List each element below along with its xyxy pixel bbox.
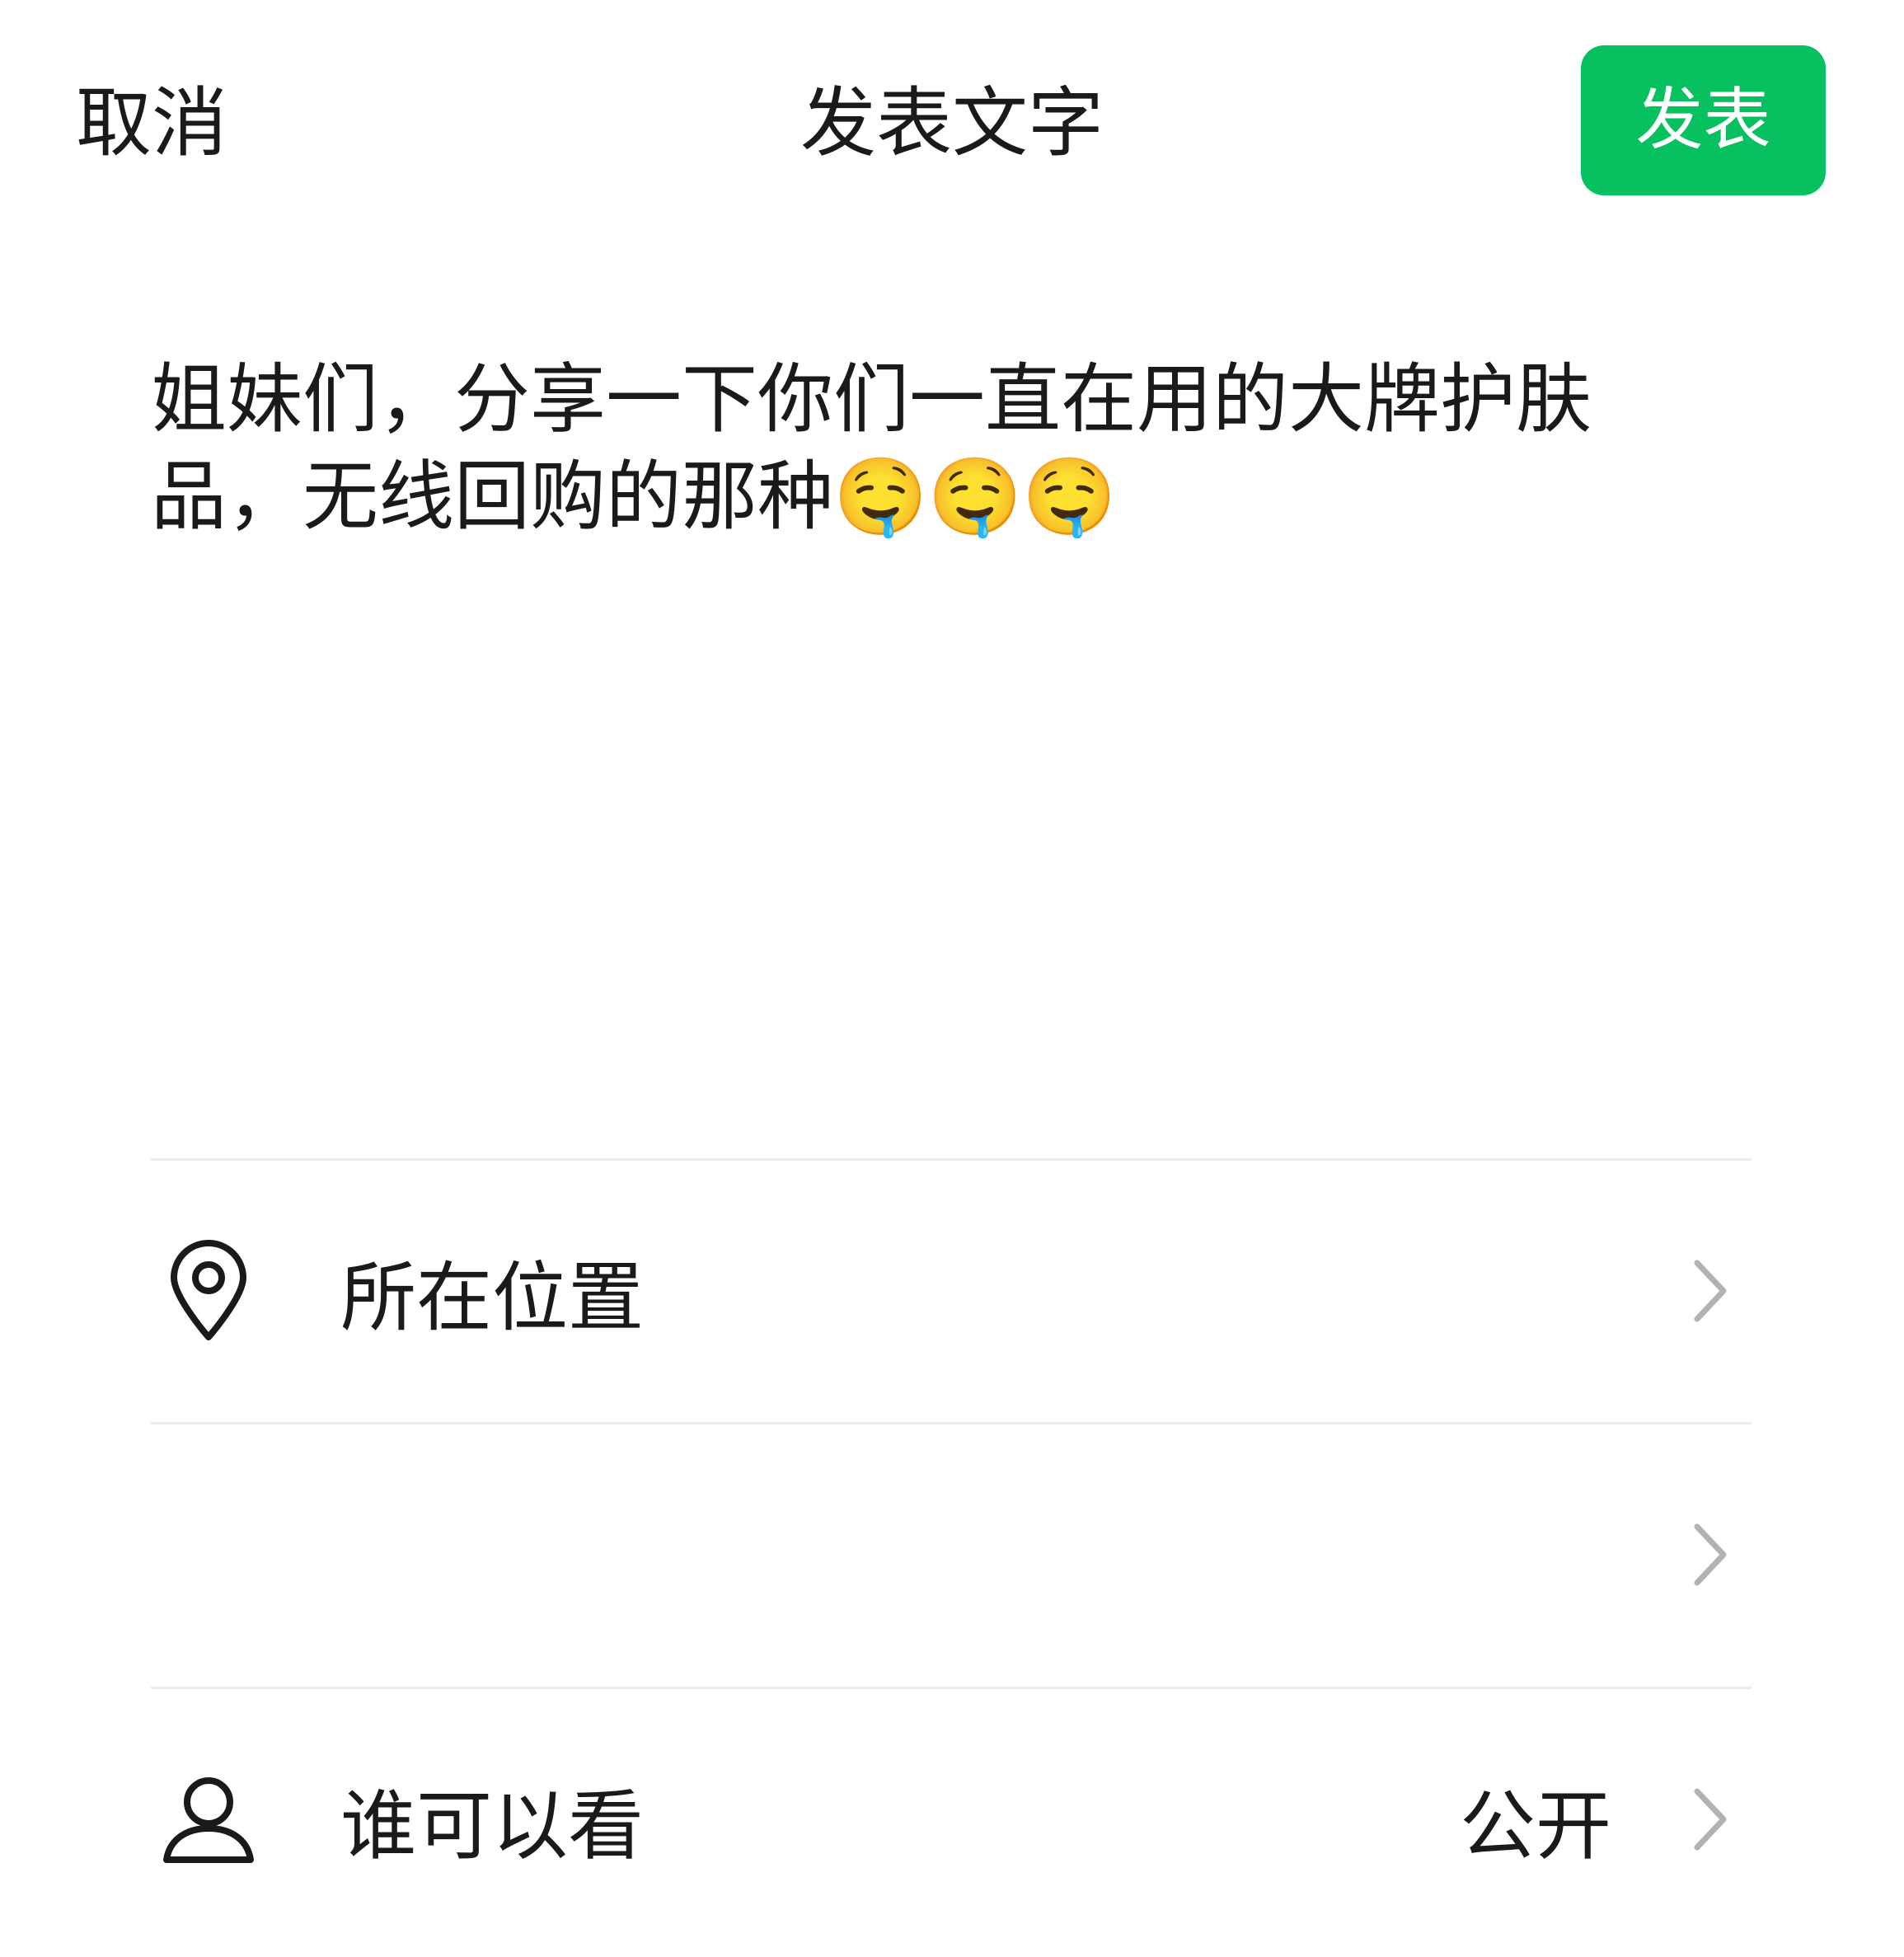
visibility-label: 谁可以看 (340, 1781, 645, 1870)
publish-button[interactable]: 发表 (1581, 45, 1826, 195)
person-icon (151, 1689, 266, 1950)
chevron-right-icon (1677, 1424, 1743, 1685)
blank-option-row[interactable] (151, 1424, 1752, 1685)
visibility-value: 公开 (1459, 1781, 1611, 1870)
visibility-row[interactable]: 谁可以看 公开 (151, 1689, 1752, 1950)
location-label: 所在位置 (340, 1253, 645, 1342)
chevron-right-icon (1677, 1689, 1743, 1950)
post-text-input[interactable]: 姐妹们，分享一下你们一直在用的大牌护肤品，无线回购的那种🤤🤤🤤 (151, 351, 1700, 546)
location-row[interactable]: 所在位置 (151, 1161, 1752, 1421)
chevron-right-icon (1677, 1161, 1743, 1421)
compose-text-page: 取消 发表文字 发表 姐妹们，分享一下你们一直在用的大牌护肤品，无线回购的那种🤤… (0, 0, 1904, 1957)
location-pin-icon (151, 1161, 266, 1421)
